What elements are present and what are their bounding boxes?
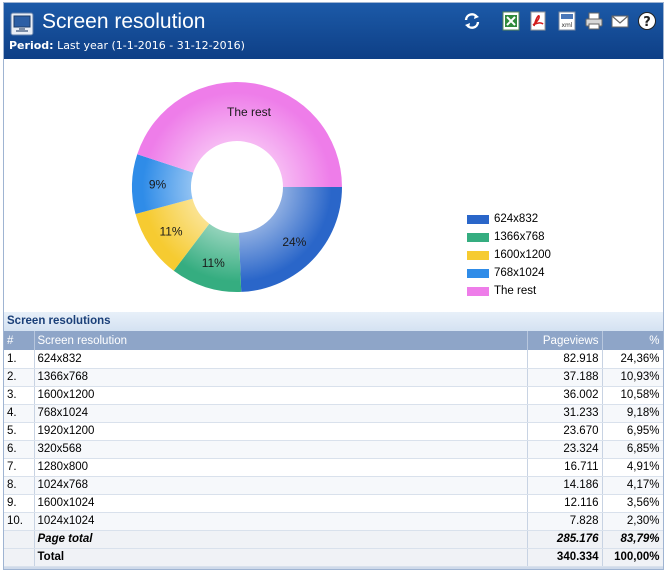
slice-label: 11% [202, 256, 225, 270]
row-pageviews: 31.233 [527, 404, 603, 423]
total-label: Total [34, 548, 528, 567]
row-index: 3. [4, 386, 35, 405]
chart-area: 24% 11% 11% 9% The rest 624x832 1366x768 1600x… [4, 59, 663, 309]
section-title: Screen resolutions [4, 312, 663, 331]
row-percent: 6,85% [602, 440, 663, 459]
row-index: 6. [4, 440, 35, 459]
table-row: 9. 1600x1024 12.116 3,56% [4, 494, 663, 513]
legend-swatch [467, 287, 489, 296]
page-total-row: Page total 285.176 83,79% [4, 530, 663, 549]
legend-label: 1366x768 [494, 231, 545, 243]
row-index: 1. [4, 350, 35, 369]
period-value: Last year (1-1-2016 - 31-12-2016) [57, 39, 245, 52]
table-row: 8. 1024x768 14.186 4,17% [4, 476, 663, 495]
table-row: 6. 320x568 23.324 6,85% [4, 440, 663, 459]
period-label: Period: [9, 39, 54, 52]
row-resolution: 624x832 [34, 350, 528, 369]
row-resolution: 1280x800 [34, 458, 528, 477]
pdf-export-icon[interactable] [528, 11, 548, 31]
legend-swatch [467, 251, 489, 260]
legend-swatch [467, 215, 489, 224]
row-resolution: 1600x1200 [34, 386, 528, 405]
row-pageviews: 23.670 [527, 422, 603, 441]
row-resolution: 1366x768 [34, 368, 528, 387]
row-resolution: 768x1024 [34, 404, 528, 423]
legend-swatch [467, 269, 489, 278]
table-row: 5. 1920x1200 23.670 6,95% [4, 422, 663, 441]
slice-label: 11% [159, 224, 182, 238]
row-pageviews: 16.711 [527, 458, 603, 477]
table-row: 10. 1024x1024 7.828 2,30% [4, 512, 663, 531]
column-header-resolution[interactable]: Screen resolution [34, 331, 528, 350]
row-pageviews: 14.186 [527, 476, 603, 495]
row-index: 9. [4, 494, 35, 513]
row-percent: 24,36% [602, 350, 663, 369]
row-pageviews: 37.188 [527, 368, 603, 387]
total-percent: 100,00% [602, 548, 663, 567]
table-header-row: # Screen resolution Pageviews % [4, 331, 663, 350]
table-row: 2. 1366x768 37.188 10,93% [4, 368, 663, 387]
row-percent: 6,95% [602, 422, 663, 441]
donut-chart: 24% 11% 11% 9% The rest [132, 81, 342, 292]
table-row: 3. 1600x1200 36.002 10,58% [4, 386, 663, 405]
row-percent: 3,56% [602, 494, 663, 513]
page-total-label: Page total [34, 530, 528, 549]
report-header: Screen resolution Period: Last year (1-1… [4, 3, 663, 59]
row-index: 5. [4, 422, 35, 441]
row-pageviews: 36.002 [527, 386, 603, 405]
period-info: Period: Last year (1-1-2016 - 31-12-2016… [9, 39, 245, 52]
legend-swatch [467, 233, 489, 242]
monitor-icon [10, 12, 34, 36]
row-resolution: 1024x768 [34, 476, 528, 495]
column-header-percent[interactable]: % [602, 331, 663, 350]
row-resolution: 1920x1200 [34, 422, 528, 441]
total-row: Total 340.334 100,00% [4, 548, 663, 567]
print-icon[interactable] [584, 11, 604, 31]
table-row: 1. 624x832 82.918 24,36% [4, 350, 663, 369]
row-index: 7. [4, 458, 35, 477]
svg-text:xml: xml [561, 22, 572, 29]
row-percent: 10,93% [602, 368, 663, 387]
email-icon[interactable] [610, 11, 630, 31]
legend-label: The rest [494, 285, 537, 297]
column-header-index[interactable]: # [4, 331, 35, 350]
row-percent: 10,58% [602, 386, 663, 405]
slice-label: 24% [282, 235, 306, 249]
help-icon[interactable]: ? [637, 11, 657, 31]
resolutions-table: # Screen resolution Pageviews % 1. 624x8… [4, 331, 663, 567]
row-percent: 2,30% [602, 512, 663, 531]
page-total-percent: 83,79% [602, 530, 663, 549]
table-row: 7. 1280x800 16.711 4,91% [4, 458, 663, 477]
row-resolution: 1024x1024 [34, 512, 528, 531]
legend-label: 624x832 [494, 213, 539, 225]
row-resolution: 1600x1024 [34, 494, 528, 513]
row-percent: 9,18% [602, 404, 663, 423]
footer-bar [4, 567, 663, 569]
refresh-icon[interactable] [462, 11, 482, 31]
xml-export-icon[interactable]: xml [557, 11, 577, 31]
row-resolution: 320x568 [34, 440, 528, 459]
row-pageviews: 82.918 [527, 350, 603, 369]
svg-text:?: ? [643, 15, 651, 30]
column-header-pageviews[interactable]: Pageviews [527, 331, 603, 350]
row-index: 8. [4, 476, 35, 495]
excel-export-icon[interactable] [501, 11, 521, 31]
page-title: Screen resolution [42, 10, 206, 33]
row-percent: 4,91% [602, 458, 663, 477]
row-percent: 4,17% [602, 476, 663, 495]
slice-label: 9% [149, 178, 167, 192]
legend-label: 1600x1200 [494, 249, 551, 261]
slice-label: The rest [227, 105, 272, 119]
legend-label: 768x1024 [494, 267, 545, 279]
row-index: 4. [4, 404, 35, 423]
table-row: 4. 768x1024 31.233 9,18% [4, 404, 663, 423]
page-total-pageviews: 285.176 [527, 530, 603, 549]
row-index: 10. [4, 512, 35, 531]
row-index: 2. [4, 368, 35, 387]
total-pageviews: 340.334 [527, 548, 603, 567]
row-pageviews: 23.324 [527, 440, 603, 459]
row-pageviews: 7.828 [527, 512, 603, 531]
report-panel: Screen resolution Period: Last year (1-1… [3, 2, 664, 570]
row-pageviews: 12.116 [527, 494, 603, 513]
